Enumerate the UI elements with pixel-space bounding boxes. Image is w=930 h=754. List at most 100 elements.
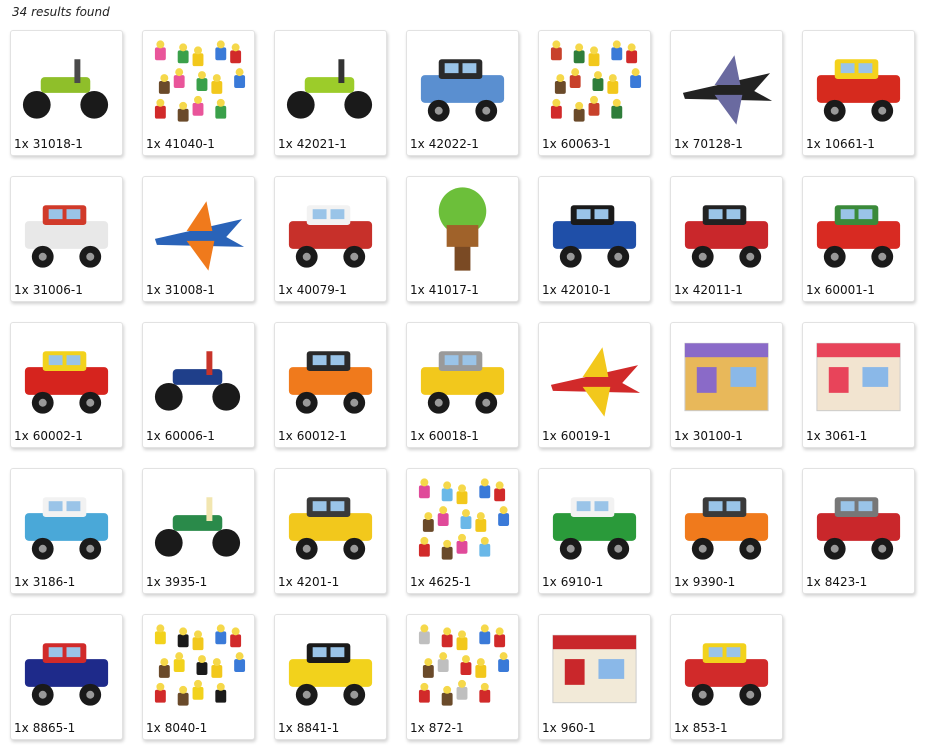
- off-road-racer-icon[interactable]: [543, 181, 646, 281]
- quantity: 1x: [410, 575, 425, 589]
- set-card[interactable]: 1x 9390-1: [670, 468, 783, 594]
- city-cafe-icon[interactable]: [807, 327, 910, 427]
- motorcycle-icon[interactable]: [15, 35, 118, 135]
- set-card[interactable]: 1x 8423-1: [802, 468, 915, 594]
- quantity: 1x: [14, 283, 29, 297]
- set-card[interactable]: 1x 30100-1: [670, 322, 783, 448]
- gear-parts-icon[interactable]: [411, 619, 514, 719]
- quantity: 1x: [542, 283, 557, 297]
- set-card[interactable]: 1x 8865-1: [10, 614, 123, 740]
- fire-chief-car-icon[interactable]: [807, 181, 910, 281]
- set-card[interactable]: 1x 40079-1: [274, 176, 387, 302]
- set-card[interactable]: 1x 60002-1: [10, 322, 123, 448]
- mini-sports-car-icon[interactable]: [543, 473, 646, 573]
- set-card[interactable]: 1x 31018-1: [10, 30, 123, 156]
- set-label: 1x 60012-1: [278, 429, 347, 443]
- set-number: 42010-1: [560, 283, 611, 297]
- race-track-icon[interactable]: [807, 473, 910, 573]
- car-chassis-icon[interactable]: [675, 619, 778, 719]
- set-number: 8423-1: [824, 575, 868, 589]
- set-card[interactable]: 1x 8841-1: [274, 614, 387, 740]
- jet-plane-icon[interactable]: [147, 181, 250, 281]
- set-number: 60018-1: [428, 429, 479, 443]
- set-card[interactable]: 1x 60001-1: [802, 176, 915, 302]
- police-atv-icon[interactable]: [147, 327, 250, 427]
- set-card[interactable]: 1x 41017-1: [406, 176, 519, 302]
- snowmobile-icon[interactable]: [279, 35, 382, 135]
- set-card[interactable]: 1x 3935-1: [142, 468, 255, 594]
- set-number: 960-1: [560, 721, 596, 735]
- friends-beach-icon[interactable]: [675, 327, 778, 427]
- set-number: 41017-1: [428, 283, 479, 297]
- set-card[interactable]: 1x 10661-1: [802, 30, 915, 156]
- set-card[interactable]: 1x 42022-1: [406, 30, 519, 156]
- set-label: 1x 41040-1: [146, 137, 215, 151]
- set-card[interactable]: 1x 60012-1: [274, 322, 387, 448]
- set-card[interactable]: 1x 6910-1: [538, 468, 651, 594]
- race-car-icon[interactable]: [675, 181, 778, 281]
- dune-buggy-icon[interactable]: [279, 619, 382, 719]
- set-label: 1x 31008-1: [146, 283, 215, 297]
- fire-truck-icon[interactable]: [15, 327, 118, 427]
- set-card[interactable]: 1x 42021-1: [274, 30, 387, 156]
- universal-set-icon[interactable]: [147, 619, 250, 719]
- set-card[interactable]: 1x 41040-1: [142, 30, 255, 156]
- set-label: 1x 42022-1: [410, 137, 479, 151]
- tree-house-icon[interactable]: [411, 181, 514, 281]
- loader-dump-truck-icon[interactable]: [279, 473, 382, 573]
- advent-minifigs-icon[interactable]: [543, 35, 646, 135]
- sports-car-icon[interactable]: [15, 181, 118, 281]
- set-card[interactable]: 1x 60019-1: [538, 322, 651, 448]
- set-label: 1x 853-1: [674, 721, 728, 735]
- quantity: 1x: [410, 429, 425, 443]
- set-card[interactable]: 1x 8040-1: [142, 614, 255, 740]
- bat-glider-icon[interactable]: [675, 35, 778, 135]
- set-label: 1x 60002-1: [14, 429, 83, 443]
- tow-truck-icon[interactable]: [675, 473, 778, 573]
- set-number: 60012-1: [296, 429, 347, 443]
- quantity: 1x: [278, 575, 293, 589]
- test-car-icon[interactable]: [15, 619, 118, 719]
- set-card[interactable]: 1x 60063-1: [538, 30, 651, 156]
- camper-van-icon[interactable]: [279, 181, 382, 281]
- quantity: 1x: [542, 429, 557, 443]
- set-card[interactable]: 1x 4625-1: [406, 468, 519, 594]
- set-number: 4625-1: [428, 575, 472, 589]
- quantity: 1x: [278, 721, 293, 735]
- set-card[interactable]: 1x 42010-1: [538, 176, 651, 302]
- coast-guard-icon[interactable]: [279, 327, 382, 427]
- quantity: 1x: [14, 429, 29, 443]
- advent-minifigs-icon[interactable]: [147, 35, 250, 135]
- set-card[interactable]: 1x 42011-1: [670, 176, 783, 302]
- results-count: 34 results found: [12, 5, 110, 19]
- quantity: 1x: [674, 575, 689, 589]
- set-card[interactable]: 1x 60018-1: [406, 322, 519, 448]
- set-card[interactable]: 1x 872-1: [406, 614, 519, 740]
- set-card[interactable]: 1x 70128-1: [670, 30, 783, 156]
- quantity: 1x: [278, 283, 293, 297]
- set-card[interactable]: 1x 4201-1: [274, 468, 387, 594]
- cement-mixer-icon[interactable]: [411, 327, 514, 427]
- set-card[interactable]: 1x 31006-1: [10, 176, 123, 302]
- stunt-plane-icon[interactable]: [543, 327, 646, 427]
- set-card[interactable]: 1x 960-1: [538, 614, 651, 740]
- power-pack-box-icon[interactable]: [543, 619, 646, 719]
- atv-icon[interactable]: [147, 473, 250, 573]
- creative-bucket-icon[interactable]: [411, 473, 514, 573]
- fire-truck-icon[interactable]: [807, 35, 910, 135]
- set-number: 60002-1: [32, 429, 83, 443]
- set-label: 1x 4201-1: [278, 575, 339, 589]
- horse-trailer-icon[interactable]: [15, 473, 118, 573]
- set-number: 8841-1: [296, 721, 340, 735]
- quantity: 1x: [542, 575, 557, 589]
- set-number: 3935-1: [164, 575, 208, 589]
- set-label: 1x 3935-1: [146, 575, 207, 589]
- set-label: 1x 70128-1: [674, 137, 743, 151]
- set-card[interactable]: 1x 3061-1: [802, 322, 915, 448]
- set-label: 1x 31018-1: [14, 137, 83, 151]
- hot-rod-icon[interactable]: [411, 35, 514, 135]
- set-card[interactable]: 1x 60006-1: [142, 322, 255, 448]
- set-card[interactable]: 1x 3186-1: [10, 468, 123, 594]
- set-card[interactable]: 1x 853-1: [670, 614, 783, 740]
- set-card[interactable]: 1x 31008-1: [142, 176, 255, 302]
